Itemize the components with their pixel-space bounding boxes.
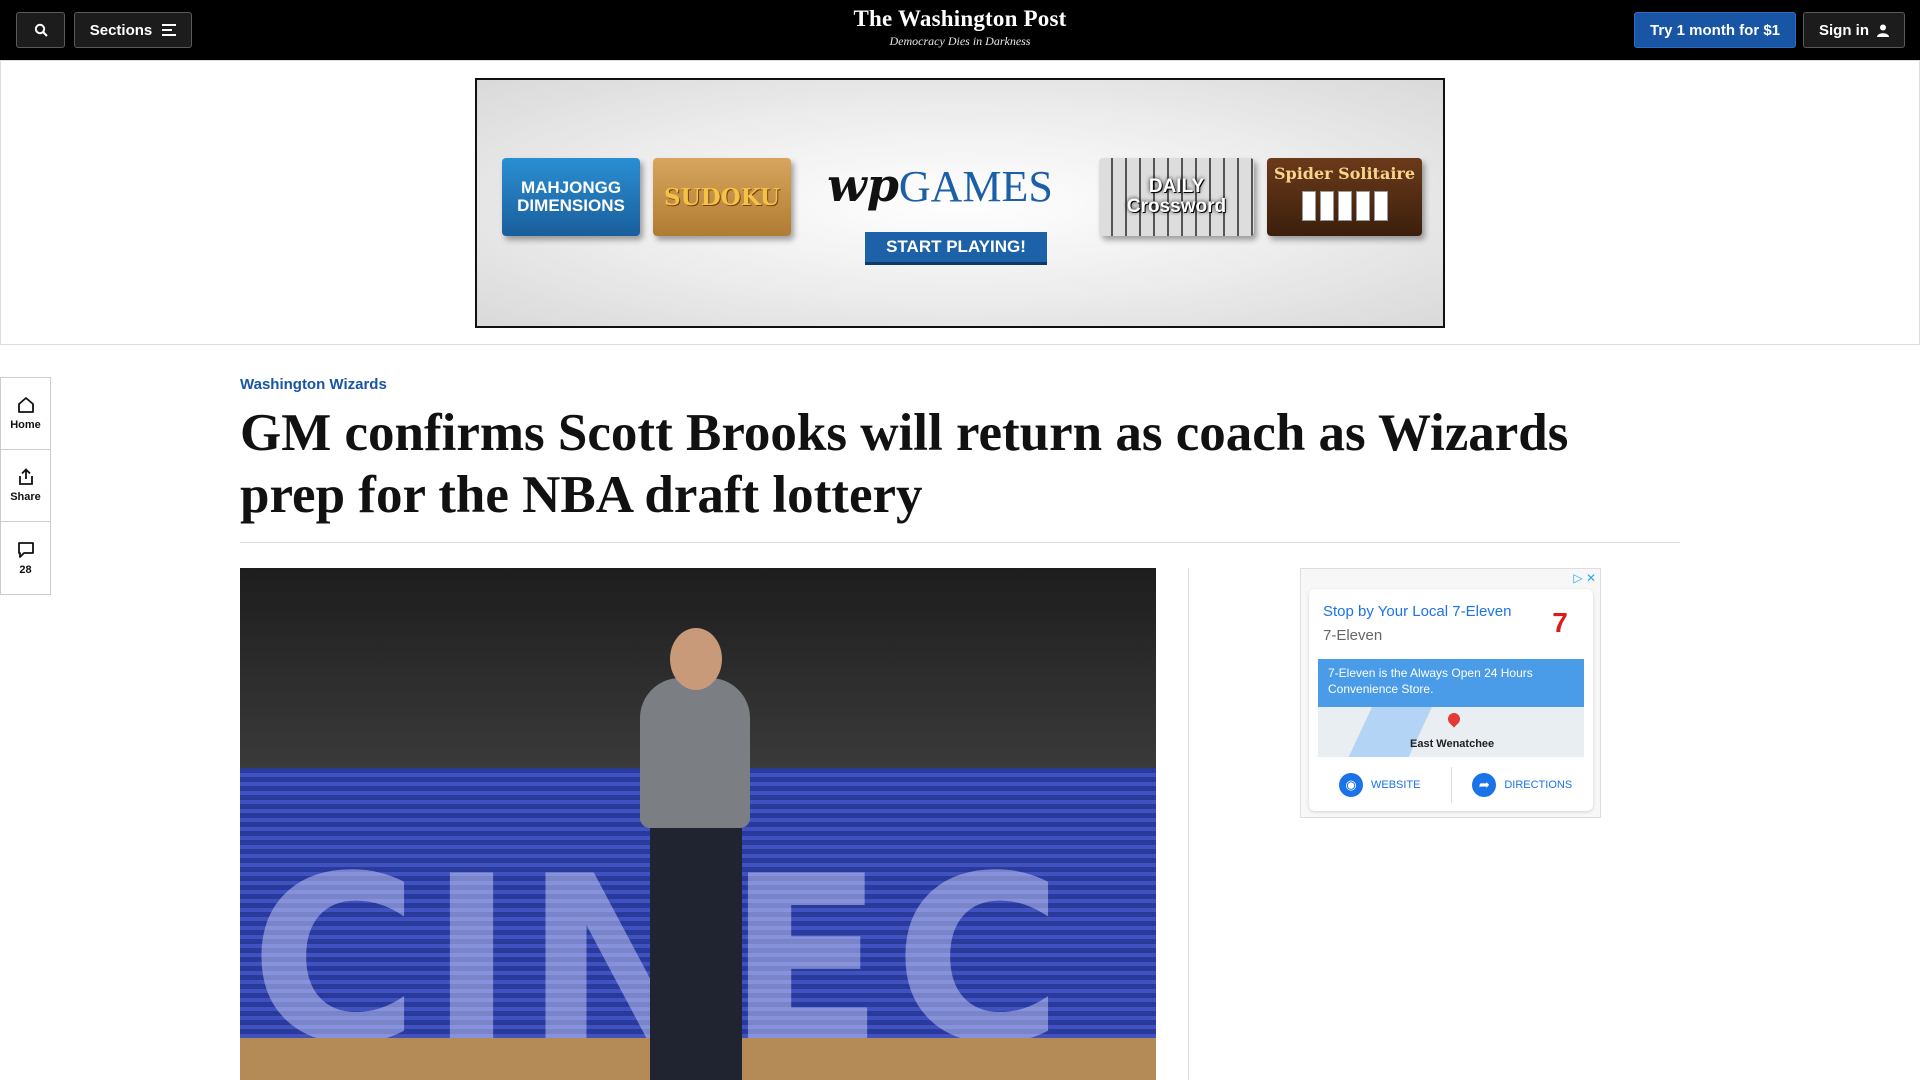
mahjong-tile[interactable]: MAHJONGG DIMENSIONS [502, 158, 640, 236]
sections-button[interactable]: Sections [74, 12, 192, 48]
subscribe-button[interactable]: Try 1 month for $1 [1634, 12, 1796, 48]
site-logo[interactable]: The Washington Post [760, 6, 1160, 32]
user-icon [1877, 24, 1889, 37]
ad-map[interactable]: East Wenatchee [1318, 707, 1584, 757]
globe-icon: ◉ [1338, 773, 1363, 797]
adchoices-icon[interactable]: ▷ ✕ [1573, 571, 1596, 585]
comment-icon [17, 541, 34, 558]
hamburger-icon [162, 24, 177, 36]
directions-button[interactable]: ➦ DIRECTIONS [1450, 767, 1594, 803]
seven-eleven-ad[interactable]: ▷ ✕ Stop by Your Local 7-Eleven 7-Eleven… [1300, 568, 1601, 818]
headline-divider [240, 542, 1680, 543]
wp-games-ad[interactable]: MAHJONGG DIMENSIONS SUDOKU wpGAMES START… [475, 78, 1445, 328]
search-button[interactable] [16, 12, 65, 48]
comments-count: 28 [19, 563, 32, 576]
photo-coach-figure [650, 823, 742, 1080]
cards-illustration [1301, 191, 1388, 221]
website-button[interactable]: ◉ WEBSITE [1309, 767, 1451, 803]
hero-photo[interactable]: CINEC [240, 568, 1156, 1080]
directions-label: DIRECTIONS [1504, 779, 1573, 791]
search-icon [34, 23, 48, 37]
sections-label: Sections [89, 21, 153, 39]
directions-icon: ➦ [1472, 773, 1497, 797]
share-label: Share [10, 491, 41, 503]
top-nav: Sections The Washington Post Democracy D… [0, 0, 1920, 60]
solitaire-title: Spider Solitaire [1273, 164, 1415, 183]
masthead[interactable]: The Washington Post Democracy Dies in Da… [760, 6, 1160, 49]
map-place-label: East Wenatchee [1410, 738, 1495, 750]
article-headline: GM confirms Scott Brooks will return as … [240, 404, 1569, 524]
website-label: WEBSITE [1370, 779, 1421, 791]
home-icon [17, 397, 34, 413]
map-pin-icon [1445, 710, 1463, 728]
ad-description: 7-Eleven is the Always Open 24 Hours Con… [1318, 659, 1584, 707]
games-wordmark: GAMES [898, 162, 1053, 211]
home-link[interactable]: Home [1, 378, 50, 450]
wp-games-logo: wpGAMES [825, 158, 1055, 212]
column-divider [1188, 568, 1189, 1080]
share-button[interactable]: Share [1, 450, 50, 522]
ad-card[interactable]: Stop by Your Local 7-Eleven 7-Eleven 7 7… [1309, 589, 1593, 811]
ad-advertiser: 7-Eleven [1323, 627, 1383, 644]
sign-in-button[interactable]: Sign in [1803, 12, 1905, 48]
ad-actions: ◉ WEBSITE ➦ DIRECTIONS [1309, 767, 1593, 803]
start-playing-button[interactable]: START PLAYING! [865, 232, 1047, 265]
photo-coach-shirt [640, 678, 750, 828]
sign-in-label: Sign in [1819, 21, 1869, 39]
home-label: Home [10, 419, 41, 431]
section-kicker[interactable]: Washington Wizards [240, 376, 387, 393]
photo-coach-head [670, 628, 722, 690]
seven-eleven-logo: 7 [1541, 603, 1579, 643]
crossword-tile[interactable]: DAILY Crossword [1099, 158, 1254, 236]
article-action-rail: Home Share 28 [0, 377, 51, 595]
site-tagline: Democracy Dies in Darkness [889, 34, 1031, 48]
sudoku-tile[interactable]: SUDOKU [653, 158, 791, 236]
wp-logo-mark: wp [827, 158, 899, 212]
solitaire-tile[interactable]: Spider Solitaire [1267, 158, 1422, 236]
ad-title[interactable]: Stop by Your Local 7-Eleven [1323, 603, 1511, 620]
comments-button[interactable]: 28 [1, 522, 50, 594]
share-icon [18, 468, 33, 485]
